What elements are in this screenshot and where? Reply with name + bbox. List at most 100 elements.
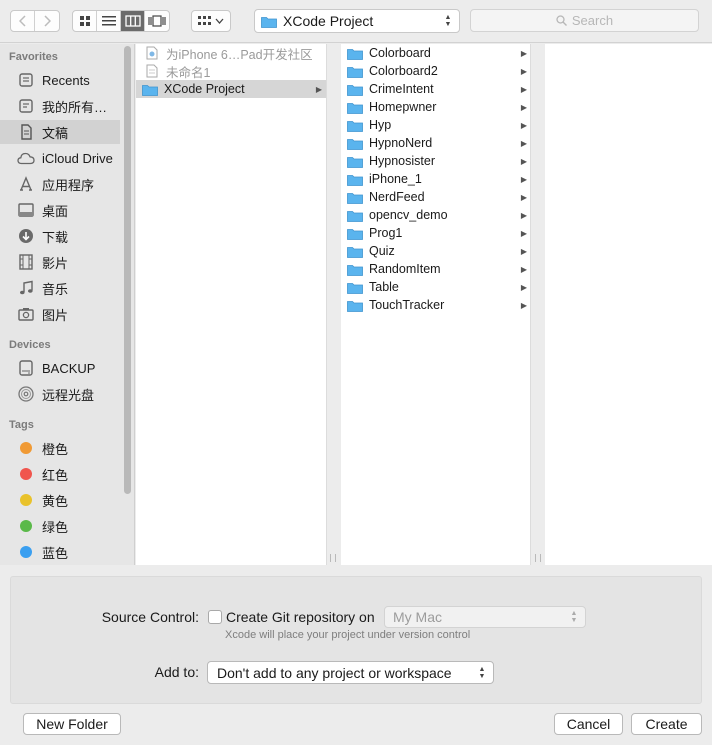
red-tag-icon xyxy=(16,464,36,484)
list-item[interactable]: 为iPhone 6…Pad开发社区 xyxy=(136,44,326,62)
sidebar-item-movies[interactable]: 影片 xyxy=(0,250,120,274)
sidebar-item-tag-blue[interactable]: 蓝色 xyxy=(0,540,120,564)
disclosure-arrow-icon: ▶ xyxy=(520,246,527,256)
sidebar-item-recents[interactable]: Recents xyxy=(0,68,120,92)
sidebar-item-label: 桌面 xyxy=(42,203,69,219)
sidebar-scrollbar[interactable] xyxy=(124,46,131,494)
clock-icon xyxy=(16,70,36,90)
new-folder-button[interactable]: New Folder xyxy=(23,713,121,735)
cover-flow-button[interactable] xyxy=(145,11,169,31)
list-item-label: HypnoNerd xyxy=(369,136,433,150)
sidebar-item-tag-red[interactable]: 红色 xyxy=(0,462,120,486)
download-icon xyxy=(16,226,36,246)
git-checkbox-label[interactable]: Create Git repository on xyxy=(226,609,375,625)
forward-button[interactable] xyxy=(35,11,59,31)
list-item[interactable]: 未命名1 xyxy=(136,62,326,80)
sidebar-item-label: Recents xyxy=(42,72,90,88)
list-item[interactable]: TouchTracker ▶ xyxy=(341,296,530,314)
list-item-label: Quiz xyxy=(369,244,395,258)
sidebar-item-desktop[interactable]: 桌面 xyxy=(0,198,120,222)
browser-column-3 xyxy=(545,44,712,565)
list-item[interactable]: Hypnosister ▶ xyxy=(341,152,530,170)
cloud-icon xyxy=(16,148,36,168)
sidebar-item-documents[interactable]: 文稿 xyxy=(0,120,120,144)
list-item[interactable]: NerdFeed ▶ xyxy=(341,188,530,206)
sidebar-item-backup[interactable]: BACKUP xyxy=(0,356,120,380)
sidebar-item-tag-green[interactable]: 绿色 xyxy=(0,514,120,538)
chevron-down-icon xyxy=(215,18,224,24)
list-item[interactable]: Homepwner ▶ xyxy=(341,98,530,116)
applications-icon xyxy=(16,174,36,194)
list-item-selected[interactable]: XCode Project ▶ xyxy=(136,80,326,98)
tags-heading: Tags xyxy=(9,419,34,431)
folder-icon xyxy=(347,82,363,96)
sidebar-item-applications[interactable]: 应用程序 xyxy=(0,172,120,196)
disclosure-arrow-icon: ▶ xyxy=(520,84,527,94)
list-item[interactable]: Quiz ▶ xyxy=(341,242,530,260)
list-item-label: Hyp xyxy=(369,118,392,132)
path-popup[interactable]: XCode Project ▲ ▼ xyxy=(254,9,460,33)
yellow-tag-icon xyxy=(16,490,36,510)
arrange-grid-icon xyxy=(198,16,211,25)
folder-icon xyxy=(347,244,363,258)
disclosure-arrow-icon: ▶ xyxy=(520,156,527,166)
list-item[interactable]: Colorboard ▶ xyxy=(341,44,530,62)
sidebar-item-label: 绿色 xyxy=(42,519,69,535)
sidebar-item-remote-disc[interactable]: 远程光盘 xyxy=(0,382,120,406)
green-tag-icon xyxy=(16,516,36,536)
browser-column-1: 为iPhone 6…Pad开发社区 未命名1 XCode Project ▶ xyxy=(136,44,327,565)
film-icon xyxy=(16,252,36,272)
sidebar-item-tag-yellow[interactable]: 黄色 xyxy=(0,488,120,512)
sidebar-item-label: iCloud Drive xyxy=(42,150,113,166)
sidebar-item-all-files[interactable]: 我的所有… xyxy=(0,94,120,118)
column-resize-handle[interactable] xyxy=(535,554,541,562)
list-item[interactable]: HypnoNerd ▶ xyxy=(341,134,530,152)
sidebar-item-label: 我的所有… xyxy=(42,99,108,115)
list-view-button[interactable] xyxy=(97,11,121,31)
arrange-control xyxy=(192,11,230,31)
create-button[interactable]: Create xyxy=(631,713,702,735)
list-item[interactable]: Hyp ▶ xyxy=(341,116,530,134)
sidebar-item-pictures[interactable]: 图片 xyxy=(0,302,120,326)
add-to-label: Add to: xyxy=(154,664,199,680)
sidebar-item-label: 红色 xyxy=(42,467,69,483)
drive-icon xyxy=(16,358,36,378)
devices-heading: Devices xyxy=(9,339,51,351)
list-item-label: Homepwner xyxy=(369,100,437,114)
updown-arrows-icon: ▲ ▼ xyxy=(570,610,578,624)
folder-icon xyxy=(347,190,363,204)
sidebar-item-label: 蓝色 xyxy=(42,545,69,561)
column-view-button[interactable] xyxy=(121,11,145,31)
sidebar-item-music[interactable]: 音乐 xyxy=(0,276,120,300)
chevron-left-icon xyxy=(18,15,26,27)
list-item[interactable]: iPhone_1 ▶ xyxy=(341,170,530,188)
list-item[interactable]: Prog1 ▶ xyxy=(341,224,530,242)
sidebar-item-label: 影片 xyxy=(42,255,69,271)
sidebar-item-icloud[interactable]: iCloud Drive xyxy=(0,146,120,170)
git-checkbox[interactable] xyxy=(208,610,222,624)
column-resize-handle[interactable] xyxy=(330,554,336,562)
sidebar-item-tag-orange[interactable]: 橙色 xyxy=(0,436,120,460)
view-mode-control xyxy=(72,10,170,32)
disclosure-arrow-icon: ▶ xyxy=(520,174,527,184)
list-item[interactable]: Colorboard2 ▶ xyxy=(341,62,530,80)
add-to-popup[interactable]: Don't add to any project or workspace ▲ ▼ xyxy=(207,661,494,684)
cover-flow-icon xyxy=(148,15,166,27)
list-item[interactable]: Table ▶ xyxy=(341,278,530,296)
back-button[interactable] xyxy=(11,11,35,31)
search-field[interactable]: Search xyxy=(470,9,699,32)
source-control-label: Source Control: xyxy=(101,609,199,625)
cancel-button[interactable]: Cancel xyxy=(554,713,623,735)
git-location-popup[interactable]: My Mac ▲ ▼ xyxy=(384,606,586,628)
arrange-button[interactable] xyxy=(191,10,231,32)
options-panel: Source Control: Create Git repository on… xyxy=(10,576,702,704)
disclosure-arrow-icon: ▶ xyxy=(315,84,322,94)
list-item[interactable]: opencv_demo ▶ xyxy=(341,206,530,224)
sidebar-item-downloads[interactable]: 下载 xyxy=(0,224,120,248)
updown-arrows-icon: ▲ ▼ xyxy=(478,665,486,680)
documents-icon xyxy=(16,122,36,142)
icon-view-button[interactable] xyxy=(73,11,97,31)
list-item[interactable]: RandomItem ▶ xyxy=(341,260,530,278)
folder-icon xyxy=(142,82,158,96)
list-item[interactable]: CrimeIntent ▶ xyxy=(341,80,530,98)
